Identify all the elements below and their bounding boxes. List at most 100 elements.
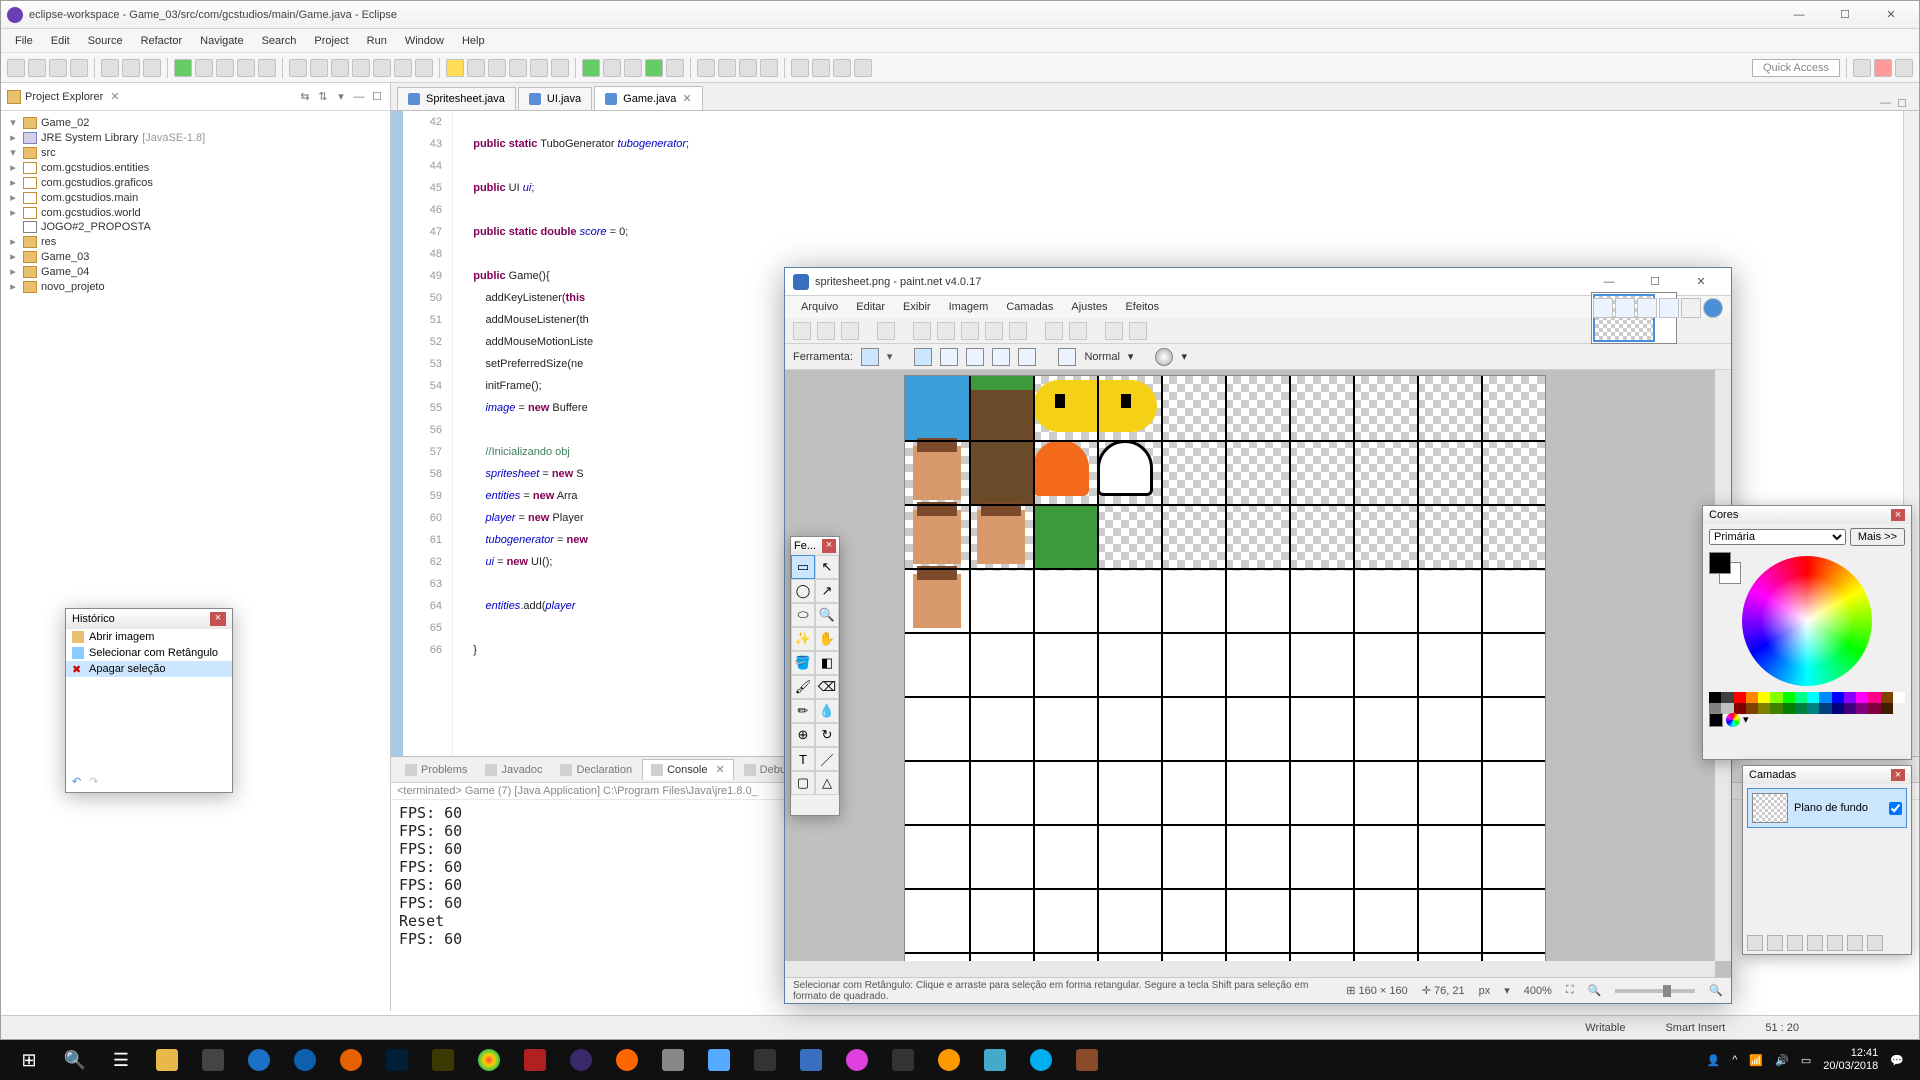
- menu-help[interactable]: Help: [454, 33, 493, 49]
- tree-toggle[interactable]: ▸: [7, 235, 19, 248]
- layer-props-icon[interactable]: [1867, 935, 1883, 951]
- taskbar-app[interactable]: [1064, 1040, 1110, 1080]
- start-button[interactable]: ⊞: [6, 1040, 52, 1080]
- palette-swatch[interactable]: [1856, 703, 1868, 714]
- toolbar-button[interactable]: [645, 59, 663, 77]
- tree-toggle[interactable]: ▸: [7, 250, 19, 263]
- selection-mode-replace[interactable]: [914, 348, 932, 366]
- tree-toggle[interactable]: ▸: [7, 191, 19, 204]
- maximize-view-icon[interactable]: ☐: [370, 90, 384, 104]
- toolbar-button[interactable]: [467, 59, 485, 77]
- taskbar-app[interactable]: [650, 1040, 696, 1080]
- palette-swatch[interactable]: [1734, 692, 1746, 703]
- toolbar-button[interactable]: [122, 59, 140, 77]
- minimize-button[interactable]: —: [1777, 4, 1821, 26]
- close-button[interactable]: ✕: [1679, 271, 1723, 293]
- layers-toggle-icon[interactable]: [1637, 298, 1657, 318]
- perspective-button[interactable]: [1853, 59, 1871, 77]
- duplicate-layer-icon[interactable]: [1787, 935, 1803, 951]
- toolbar-button[interactable]: [603, 59, 621, 77]
- color-wheel[interactable]: [1742, 556, 1872, 686]
- tool-move-selection[interactable]: ↗: [815, 579, 839, 603]
- menu-exibir[interactable]: Exibir: [895, 300, 939, 314]
- tool-pan[interactable]: ✋: [815, 627, 839, 651]
- tree-item[interactable]: com.gcstudios.entities: [41, 162, 149, 174]
- toolbar-button[interactable]: [488, 59, 506, 77]
- open-icon[interactable]: [817, 322, 835, 340]
- tree-toggle[interactable]: ▸: [7, 161, 19, 174]
- toolbar-button[interactable]: [697, 59, 715, 77]
- tree-item[interactable]: Game_03: [41, 251, 89, 263]
- editor-tab[interactable]: Spritesheet.java: [397, 87, 516, 110]
- toolbar-button[interactable]: [310, 59, 328, 77]
- copy-icon[interactable]: [937, 322, 955, 340]
- undo-icon[interactable]: [1045, 322, 1063, 340]
- ruler-icon[interactable]: [1129, 322, 1147, 340]
- palette-swatch[interactable]: [1758, 703, 1770, 714]
- palette-swatch[interactable]: [1758, 692, 1770, 703]
- close-tab-icon[interactable]: ✕: [715, 763, 724, 776]
- move-down-icon[interactable]: [1847, 935, 1863, 951]
- color-palette[interactable]: [1709, 692, 1905, 714]
- menu-run[interactable]: Run: [359, 33, 395, 49]
- tree-item[interactable]: Game_02: [41, 117, 89, 129]
- palette-swatch[interactable]: [1795, 692, 1807, 703]
- zoom-slider[interactable]: [1615, 989, 1695, 993]
- tree-item[interactable]: res: [41, 236, 56, 248]
- menu-edit[interactable]: Edit: [43, 33, 78, 49]
- dropdown-icon[interactable]: ▾: [887, 350, 893, 363]
- tray-notifications-icon[interactable]: 💬: [1890, 1054, 1904, 1067]
- toolbar-button[interactable]: [530, 59, 548, 77]
- toolbar-button[interactable]: [833, 59, 851, 77]
- palette-swatch[interactable]: [1795, 703, 1807, 714]
- tool-zoom[interactable]: 🔍: [815, 603, 839, 627]
- tool-lasso[interactable]: ◯: [791, 579, 815, 603]
- taskbar-app[interactable]: [144, 1040, 190, 1080]
- palette-swatch[interactable]: [1770, 703, 1782, 714]
- flood-mode-icon[interactable]: [1058, 348, 1076, 366]
- toolbar-button[interactable]: [289, 59, 307, 77]
- toolbar-button[interactable]: [258, 59, 276, 77]
- colors-toggle-icon[interactable]: [1659, 298, 1679, 318]
- taskbar-app[interactable]: [420, 1040, 466, 1080]
- tool-clone[interactable]: ⊕: [791, 723, 815, 747]
- tool-selector[interactable]: [861, 348, 879, 366]
- history-item[interactable]: Abrir imagem: [66, 629, 232, 645]
- toolbar-button[interactable]: [582, 59, 600, 77]
- toolbar-button[interactable]: [812, 59, 830, 77]
- collapse-all-icon[interactable]: ⇆: [298, 90, 312, 104]
- tree-item[interactable]: JOGO#2_PROPOSTA: [41, 221, 151, 233]
- declaration-tab[interactable]: Declaration: [552, 761, 640, 779]
- toolbar-button[interactable]: [7, 59, 25, 77]
- taskbar-app[interactable]: [926, 1040, 972, 1080]
- tool-fill[interactable]: 🪣: [791, 651, 815, 675]
- toolbar-button[interactable]: [551, 59, 569, 77]
- perspective-button[interactable]: [1895, 59, 1913, 77]
- toolbar-button[interactable]: [352, 59, 370, 77]
- tool-brush[interactable]: 🖌: [791, 675, 815, 699]
- console-tab[interactable]: Console✕: [642, 759, 734, 780]
- taskbar-app[interactable]: [190, 1040, 236, 1080]
- taskbar-app[interactable]: [604, 1040, 650, 1080]
- grid-icon[interactable]: [1105, 322, 1123, 340]
- minimize-view-icon[interactable]: —: [352, 90, 366, 104]
- blend-mode[interactable]: Normal: [1084, 351, 1119, 363]
- eclipse-titlebar[interactable]: eclipse-workspace - Game_03/src/com/gcst…: [1, 1, 1919, 29]
- tree-item[interactable]: JRE System Library: [41, 132, 138, 144]
- toolbar-button[interactable]: [49, 59, 67, 77]
- dropdown-icon[interactable]: ▾: [1504, 984, 1510, 997]
- deselect-icon[interactable]: [1009, 322, 1027, 340]
- toolbar-button[interactable]: [666, 59, 684, 77]
- maximize-button[interactable]: ☐: [1633, 271, 1677, 293]
- status-unit[interactable]: px: [1479, 985, 1491, 997]
- layers-panel[interactable]: Camadas× Plano de fundo: [1742, 765, 1912, 955]
- menu-editar[interactable]: Editar: [848, 300, 893, 314]
- tree-toggle[interactable]: ▸: [7, 176, 19, 189]
- close-view-icon[interactable]: ✕: [110, 90, 119, 103]
- perspective-button[interactable]: [1874, 59, 1892, 77]
- canvas-viewport[interactable]: [785, 370, 1731, 977]
- primary-color-swatch[interactable]: [1709, 552, 1731, 574]
- horizontal-scrollbar[interactable]: [785, 961, 1715, 977]
- close-tab-icon[interactable]: ✕: [682, 92, 691, 105]
- taskbar-app[interactable]: [512, 1040, 558, 1080]
